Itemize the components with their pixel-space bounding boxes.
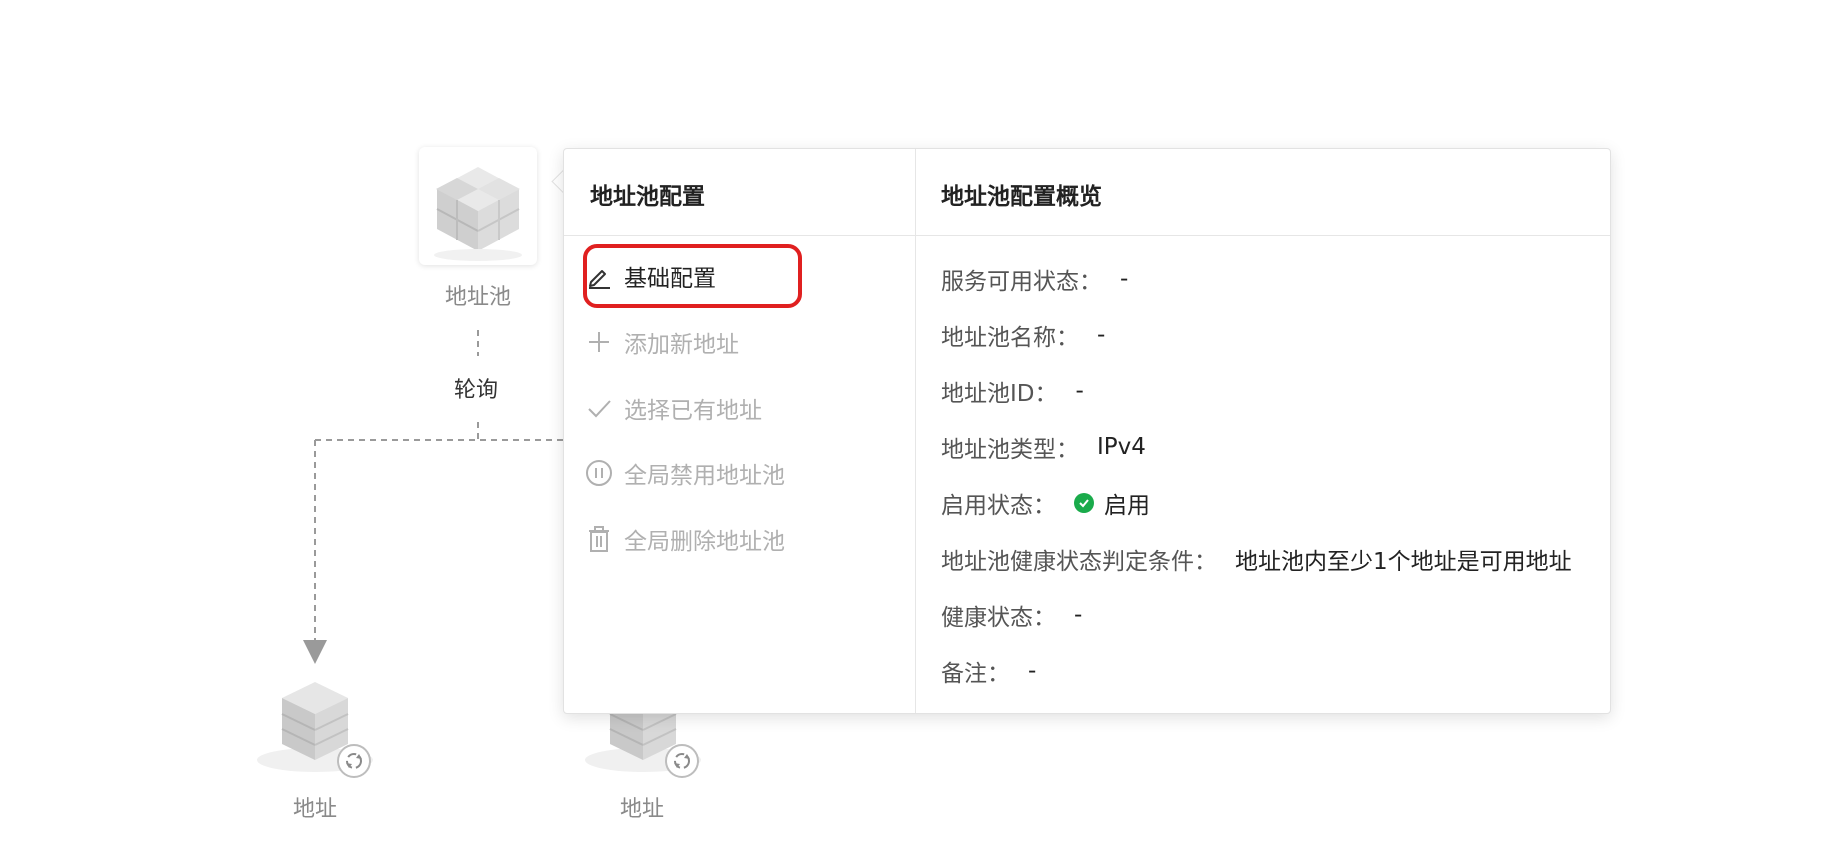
overview-key: 备注：	[941, 661, 1010, 687]
overview-value: 地址池内至少1个地址是可用地址	[1235, 549, 1572, 575]
overview-row-enable-status: 启用状态： 启用	[941, 486, 1150, 520]
overview-key: 地址池类型：	[941, 437, 1079, 463]
overview-key: 启用状态：	[941, 493, 1056, 519]
overview-row-pool-type: 地址池类型： IPv4	[941, 430, 1146, 464]
edge-label-round-robin: 轮询	[454, 378, 499, 403]
menu-item-label: 基础配置	[624, 266, 716, 292]
overview-value: -	[1120, 266, 1129, 292]
menu-item-label: 选择已有地址	[624, 398, 762, 424]
menu-item-select-address[interactable]: 选择已有地址	[584, 384, 762, 432]
menu-item-basic-config[interactable]: 基础配置	[584, 252, 716, 300]
address-pool-config-popover: 地址池配置 地址池配置概览 基础配置 添加新地址 选择已有地址 全局禁用地址池 …	[563, 148, 1611, 714]
address-pool-node[interactable]	[419, 147, 537, 265]
menu-item-disable-pool[interactable]: 全局禁用地址池	[584, 449, 785, 497]
overview-row-health-status: 健康状态： -	[941, 598, 1082, 632]
overview-column-title: 地址池配置概览	[941, 184, 1102, 210]
edit-icon	[584, 261, 614, 291]
menu-item-label: 全局禁用地址池	[624, 463, 785, 489]
overview-row-service-status: 服务可用状态： -	[941, 262, 1128, 296]
trash-icon	[584, 524, 614, 554]
overview-value: -	[1028, 658, 1037, 684]
address-pool-node-label: 地址池	[444, 285, 511, 310]
plus-icon	[584, 327, 614, 357]
overview-value: -	[1074, 602, 1083, 628]
check-circle-icon	[1074, 493, 1094, 513]
sync-icon	[337, 744, 371, 778]
address-node-label: 地址	[292, 797, 337, 822]
menu-item-delete-pool[interactable]: 全局删除地址池	[584, 515, 785, 563]
menu-item-label: 添加新地址	[624, 332, 739, 358]
address-pool-cube-icon	[434, 167, 522, 261]
check-icon	[584, 393, 614, 423]
overview-row-pool-name: 地址池名称： -	[941, 318, 1105, 352]
overview-value: IPv4	[1097, 434, 1146, 460]
pause-circle-icon	[584, 458, 614, 488]
overview-key: 地址池ID：	[941, 381, 1058, 407]
config-column-title: 地址池配置	[590, 184, 705, 210]
overview-row-health-condition: 地址池健康状态判定条件： 地址池内至少1个地址是可用地址	[941, 542, 1572, 576]
overview-value: -	[1097, 322, 1106, 348]
menu-item-add-address[interactable]: 添加新地址	[584, 318, 739, 366]
sync-icon	[665, 744, 699, 778]
header-divider	[564, 235, 1610, 236]
overview-key: 服务可用状态：	[941, 269, 1102, 295]
column-divider	[915, 149, 916, 713]
overview-value: 启用	[1104, 493, 1150, 519]
overview-key: 健康状态：	[941, 605, 1056, 631]
address-node-label: 地址	[619, 797, 664, 822]
overview-value: -	[1075, 378, 1084, 404]
overview-value-wrap: 启用	[1074, 486, 1150, 520]
menu-item-label: 全局删除地址池	[624, 529, 785, 555]
overview-key: 地址池健康状态判定条件：	[941, 549, 1217, 575]
overview-key: 地址池名称：	[941, 325, 1079, 351]
overview-row-remark: 备注： -	[941, 654, 1036, 688]
overview-row-pool-id: 地址池ID： -	[941, 374, 1084, 408]
